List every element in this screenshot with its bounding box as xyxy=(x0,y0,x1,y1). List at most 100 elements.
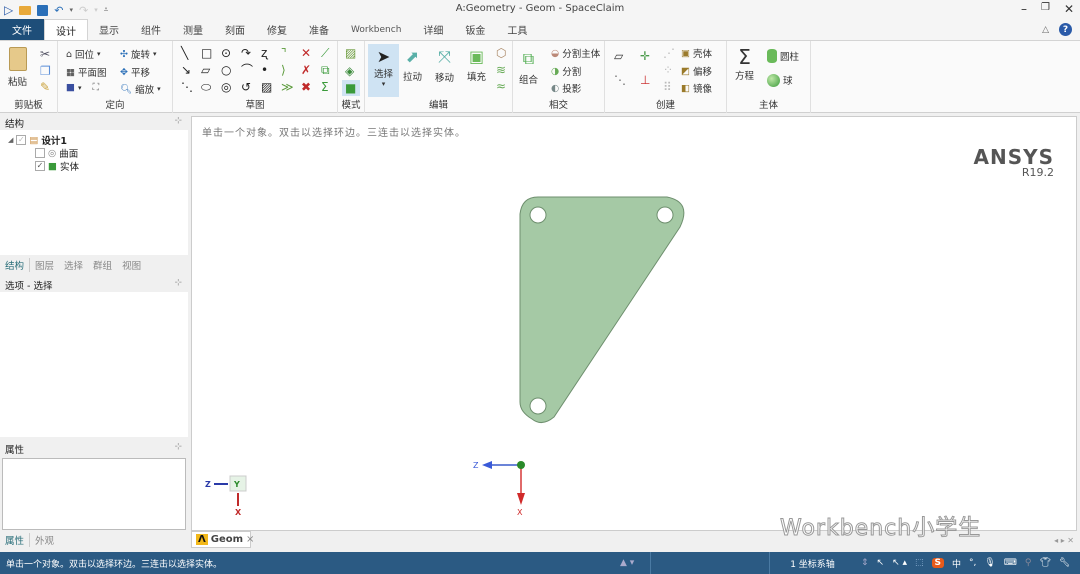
tab-file[interactable]: 文件 xyxy=(0,19,44,40)
coordinate-system[interactable]: 1 坐标系轴 xyxy=(770,557,855,570)
tab-sheet-metal[interactable]: 钣金 xyxy=(454,19,496,40)
tab-detail[interactable]: 详细 xyxy=(412,19,454,40)
tab-facets[interactable]: 刻面 xyxy=(214,19,256,40)
tree-item-solid[interactable]: ✓ ■ 实体 xyxy=(35,159,79,173)
3d-mode-icon[interactable]: ■ xyxy=(342,80,360,96)
snap-view-icon[interactable]: ⛶ xyxy=(93,82,100,93)
select-button[interactable]: ➤ 选择 ▾ xyxy=(368,44,399,97)
tab-repair[interactable]: 修复 xyxy=(256,19,298,40)
tab-assembly[interactable]: 组件 xyxy=(130,19,172,40)
tab-groups[interactable]: 群组 xyxy=(88,258,117,272)
copy-icon[interactable]: ❐ xyxy=(40,65,51,77)
move-button[interactable]: ⤧ 移动 xyxy=(435,47,454,84)
project-icon[interactable]: ⧉ xyxy=(321,64,330,76)
construction-line-icon[interactable]: ⋱ xyxy=(181,81,193,93)
ime-chinese[interactable]: 中 xyxy=(952,557,961,570)
select-pointer-icon[interactable]: ↖ ▴ xyxy=(892,558,907,568)
tangent-line-icon[interactable]: ↘ xyxy=(181,64,191,76)
plan-view-button[interactable]: ▦ 平面图 xyxy=(66,65,107,80)
play-icon[interactable]: ▷ xyxy=(4,3,13,17)
hole-bottom[interactable] xyxy=(529,397,547,415)
redo-icon[interactable]: ↷ xyxy=(79,4,88,17)
axis-icon[interactable]: ⋱ xyxy=(614,74,626,86)
face-curve-icon[interactable]: ▨ xyxy=(261,81,272,93)
point-icon[interactable]: ✛ xyxy=(640,50,650,62)
offset-curve-icon[interactable]: ⟋ xyxy=(321,47,329,59)
trim-icon[interactable]: ✕ xyxy=(301,47,311,59)
circular-pattern-icon[interactable]: ⁘ xyxy=(663,64,673,76)
point-icon[interactable]: • xyxy=(261,64,268,76)
punctuation-icon[interactable]: °, xyxy=(969,558,976,568)
keyboard-icon[interactable]: ⌨ xyxy=(1004,558,1017,568)
customize-icon[interactable]: ⩡ xyxy=(104,5,109,15)
tab-appearance[interactable]: 外观 xyxy=(30,533,59,547)
split-curve-icon[interactable]: ✖ xyxy=(301,81,311,93)
redo-dropdown-icon[interactable]: ▾ xyxy=(94,6,98,14)
tree-item-surface[interactable]: ◎ 曲面 xyxy=(35,146,78,160)
select-undo-icon[interactable]: ↖ xyxy=(877,558,885,568)
combine-button[interactable]: ⧉ 组合 xyxy=(519,49,538,86)
split-body-button[interactable]: ◒ 分割主体 xyxy=(551,46,600,61)
tab-views[interactable]: 视图 xyxy=(117,258,146,272)
cut-icon[interactable]: ✂ xyxy=(40,48,50,60)
three-point-circle-icon[interactable]: ○ xyxy=(221,64,231,76)
spline-icon[interactable]: ʐ xyxy=(261,47,267,59)
hole-top-right[interactable] xyxy=(656,206,674,224)
warning-icon[interactable]: ▲ ▾ xyxy=(620,558,650,568)
tab-properties[interactable]: 属性 xyxy=(0,533,31,547)
section-mode-icon[interactable]: ◈ xyxy=(345,65,354,77)
ellipse-icon[interactable]: ⬭ xyxy=(201,81,211,93)
help-icon[interactable]: ? xyxy=(1059,23,1072,36)
project-button[interactable]: ◐ 投影 xyxy=(551,81,581,96)
tab-layers[interactable]: 图层 xyxy=(30,258,59,272)
paste-button[interactable]: 粘贴 xyxy=(8,47,27,88)
tree-checkbox[interactable]: ✓ xyxy=(35,161,45,171)
linear-pattern-icon[interactable]: ⋰ xyxy=(663,47,675,59)
shell-button[interactable]: ▣ 壳体 xyxy=(681,46,712,61)
pin-icon[interactable]: ⊹ xyxy=(174,116,182,126)
pin-icon[interactable]: ⊹ xyxy=(174,278,182,288)
save-icon[interactable] xyxy=(37,4,49,16)
tab-structure[interactable]: 结构 xyxy=(0,257,31,272)
replace-icon[interactable]: ⬡ xyxy=(496,47,506,59)
document-tab-geom[interactable]: Λ Geom × xyxy=(191,531,254,548)
orientation-triad[interactable]: Z Y X xyxy=(205,475,247,517)
tree-checkbox[interactable]: ✓ xyxy=(16,135,27,145)
tangent-arc-icon[interactable]: ↺ xyxy=(241,81,251,93)
home-button[interactable]: ⌂ 回位 ▾ xyxy=(66,47,101,62)
origin-icon[interactable]: ⊥ xyxy=(640,74,650,86)
graphics-viewport[interactable]: 单击一个对象。双击以选择环边。三连击以选择实体。 ANSYS R19.2 Z X… xyxy=(191,116,1077,531)
user-icon[interactable]: ⚲ xyxy=(1025,558,1032,568)
offset-button[interactable]: ◩ 偏移 xyxy=(681,64,712,79)
split-button[interactable]: ◑ 分割 xyxy=(551,64,581,79)
tweak-face-icon[interactable]: ≋ xyxy=(496,64,506,76)
corner-icon[interactable]: ⌝ xyxy=(281,47,287,59)
tab-tools[interactable]: 工具 xyxy=(496,19,538,40)
undo-icon[interactable]: ↶ xyxy=(54,4,63,17)
collapse-ribbon-icon[interactable]: △ xyxy=(1042,25,1049,35)
tree-checkbox[interactable] xyxy=(35,148,45,158)
arc-icon[interactable]: ↷ xyxy=(241,47,251,59)
tab-selection[interactable]: 选择 xyxy=(59,258,88,272)
line-icon[interactable]: ╲ xyxy=(181,47,188,59)
triangular-plate[interactable] xyxy=(519,196,685,423)
format-painter-icon[interactable]: ✎ xyxy=(40,81,50,93)
settings-wrench-icon[interactable]: 🔧︎ xyxy=(1059,558,1070,568)
fillet-icon[interactable]: ⟩ xyxy=(281,64,286,76)
tab-measure[interactable]: 测量 xyxy=(172,19,214,40)
sketch-mode-icon[interactable]: ▨ xyxy=(345,47,356,59)
open-folder-icon[interactable] xyxy=(19,5,32,15)
blend-icon[interactable]: ≈ xyxy=(496,80,506,92)
pan-button[interactable]: ✥ 平移 xyxy=(120,65,150,80)
doc-nav-controls[interactable]: ◂ ▸ ✕ xyxy=(1054,536,1074,545)
tab-workbench[interactable]: Workbench xyxy=(340,19,412,40)
sphere-button[interactable]: 球 xyxy=(767,73,793,87)
pin-icon[interactable]: ⊹ xyxy=(174,442,182,452)
equation-button[interactable]: Σ 方程 xyxy=(735,46,754,82)
bend-icon[interactable]: ≫ xyxy=(281,81,294,93)
tree-item-design[interactable]: ◢ ✓ ▤ 设计1 xyxy=(8,133,67,148)
mirror-button[interactable]: ◧ 镜像 xyxy=(681,81,712,96)
equation-curve-icon[interactable]: Σ xyxy=(321,81,329,93)
pull-button[interactable]: ⬈ 拉动 xyxy=(403,47,422,83)
close-tab-icon[interactable]: × xyxy=(246,534,254,545)
